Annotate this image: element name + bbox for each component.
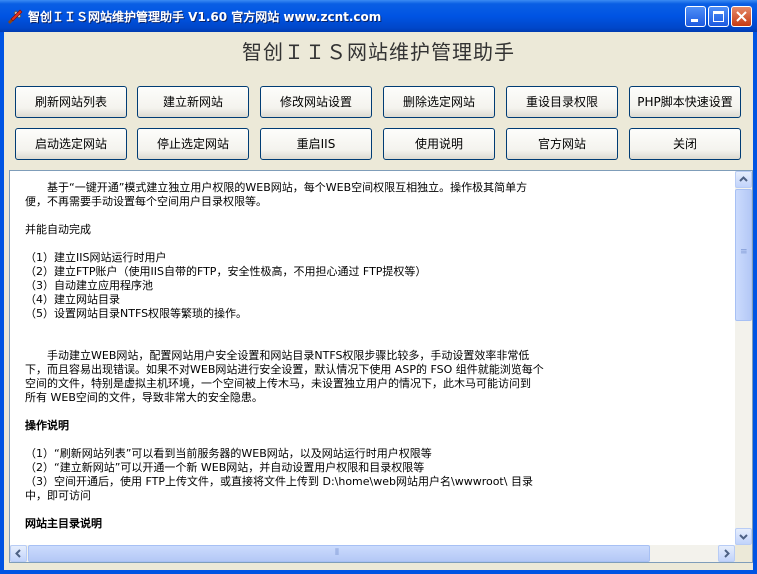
tools-icon: [7, 8, 24, 25]
help-button[interactable]: 使用说明: [383, 128, 495, 160]
main-window: 智创ＩＩＳ网站维护管理助手 V1.60 官方网站 www.zcnt.com 智创…: [0, 0, 757, 574]
vertical-scroll-thumb[interactable]: ≡: [735, 189, 752, 321]
help-text-line: [25, 433, 585, 447]
help-text-line: （4）建立网站目录: [25, 293, 120, 306]
help-text-viewport[interactable]: 基于“一键开通”模式建立独立用户权限的WEB网站，每个WEB空间权限互相独立。操…: [10, 171, 735, 545]
help-text-line: [25, 503, 585, 517]
help-text-line: 手动建立WEB网站，配置网站用户安全设置和网站目录NTFS权限步骤比较多，手动设…: [25, 349, 530, 362]
help-text: 基于“一键开通”模式建立独立用户权限的WEB网站，每个WEB空间权限互相独立。操…: [25, 181, 585, 531]
help-text-line: [25, 321, 585, 335]
delete-site-button[interactable]: 删除选定网站: [383, 86, 495, 118]
arrow-left-icon: [15, 549, 21, 558]
scroll-down-button[interactable]: [735, 528, 752, 545]
help-text-line: 基于“一键开通”模式建立独立用户权限的WEB网站，每个WEB空间权限互相独立。操…: [25, 181, 528, 194]
help-text-line: [25, 237, 585, 251]
minimize-button[interactable]: [685, 6, 706, 27]
help-text-line: 下，而且容易出现错误。如果不对WEB网站进行安全设置，默认情况下使用 ASP的 …: [25, 363, 544, 376]
scroll-corner: [735, 545, 752, 562]
start-site-button[interactable]: 启动选定网站: [15, 128, 127, 160]
help-text-line: 便，不再需要手动设置每个空间用户目录权限等。: [25, 195, 267, 208]
official-site-button[interactable]: 官方网站: [506, 128, 618, 160]
maximize-icon: [713, 11, 724, 22]
edit-site-settings-button[interactable]: 修改网站设置: [260, 86, 372, 118]
title-bar[interactable]: 智创ＩＩＳ网站维护管理助手 V1.60 官方网站 www.zcnt.com: [0, 0, 757, 32]
help-text-line: [25, 405, 585, 419]
help-text-line: （2）建立FTP账户（使用IIS自带的FTP，安全性极高，不用担心通过 FTP提…: [25, 265, 427, 278]
php-setup-button[interactable]: PHP脚本快速设置: [629, 86, 741, 118]
vertical-scrollbar[interactable]: ≡: [735, 171, 752, 545]
help-text-line: （3）空间开通后，使用 FTP上传文件，或直接将文件上传到 D:\home\we…: [25, 475, 533, 488]
maximize-button[interactable]: [708, 6, 729, 27]
close-icon: [736, 11, 747, 22]
minimize-icon: [691, 19, 698, 22]
arrow-down-icon: [739, 534, 748, 540]
help-text-line: 中，即可访问: [25, 489, 91, 502]
close-button[interactable]: [731, 6, 752, 27]
help-text-line: 网站主目录说明: [25, 517, 102, 530]
help-text-line: （1）建立IIS网站运行时用户: [25, 251, 167, 264]
help-text-line: [25, 209, 585, 223]
stop-site-button[interactable]: 停止选定网站: [137, 128, 249, 160]
help-text-line: 并能自动完成: [25, 223, 91, 236]
help-text-line: 空间的文件，特别是虚拟主机环境，一个空间被上传木马，未设置独立用户的情况下，此木…: [25, 377, 531, 390]
help-text-line: [25, 335, 585, 349]
help-text-line: （2）“建立新网站”可以开通一个新 WEB网站，并自动设置用户权限和目录权限等: [25, 461, 425, 474]
scroll-up-button[interactable]: [735, 171, 752, 188]
scroll-left-button[interactable]: [10, 545, 27, 562]
restart-iis-button[interactable]: 重启IIS: [260, 128, 372, 160]
reset-permissions-button[interactable]: 重设目录权限: [506, 86, 618, 118]
grip-icon: ⦀: [335, 548, 339, 558]
help-text-line: （1）“刷新网站列表”可以看到当前服务器的WEB网站，以及网站运行时用户权限等: [25, 447, 432, 460]
help-text-line: 操作说明: [25, 419, 69, 432]
create-site-button[interactable]: 建立新网站: [137, 86, 249, 118]
help-text-box[interactable]: 基于“一键开通”模式建立独立用户权限的WEB网站，每个WEB空间权限互相独立。操…: [9, 170, 753, 563]
arrow-up-icon: [739, 176, 748, 182]
refresh-sites-button[interactable]: 刷新网站列表: [15, 86, 127, 118]
grip-icon: ≡: [740, 247, 748, 257]
app-heading: 智创ＩＩＳ网站维护管理助手: [242, 40, 515, 64]
window-title: 智创ＩＩＳ网站维护管理助手 V1.60 官方网站 www.zcnt.com: [28, 10, 382, 24]
horizontal-scroll-thumb[interactable]: ⦀: [28, 545, 650, 562]
scroll-right-button[interactable]: [718, 545, 735, 562]
help-text-line: （5）设置网站目录NTFS权限等繁琐的操作。: [25, 307, 248, 320]
help-text-line: 所有 WEB空间的文件，导致非常大的安全隐患。: [25, 391, 263, 404]
horizontal-scrollbar[interactable]: ⦀: [10, 545, 735, 562]
close-app-button[interactable]: 关闭: [629, 128, 741, 160]
help-text-line: （3）自动建立应用程序池: [25, 279, 153, 292]
arrow-right-icon: [724, 549, 730, 558]
